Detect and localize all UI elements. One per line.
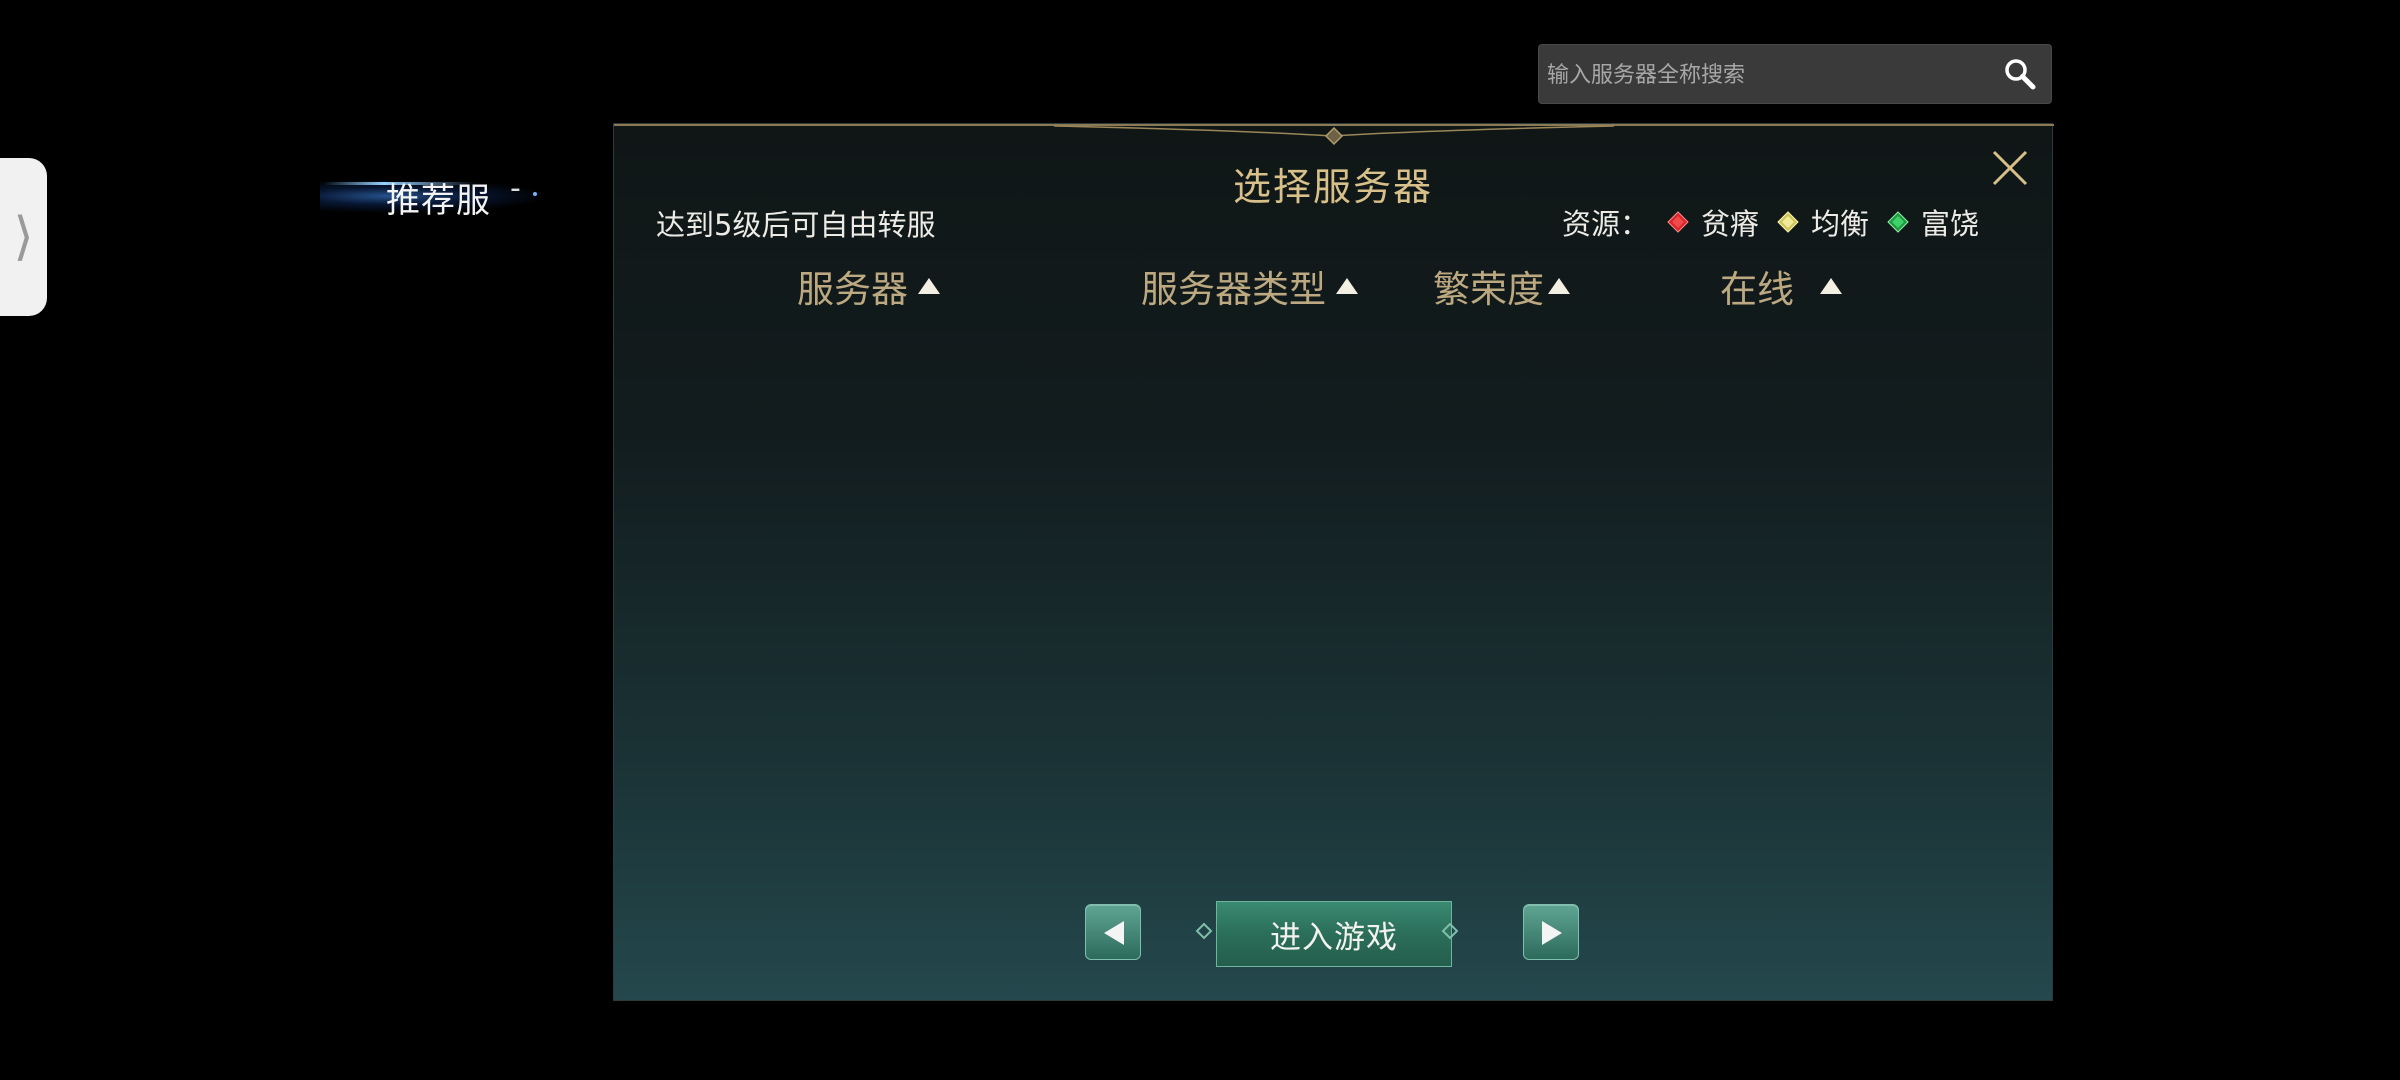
tab-dash: - [510,171,521,206]
column-header-server[interactable]: 服务器 [797,259,942,313]
enter-game-button[interactable]: 进入游戏 [1216,901,1452,967]
legend-item-rich: 富饶 [1887,201,1979,243]
next-page-button[interactable] [1523,904,1579,960]
tab-dot [533,192,537,196]
resource-legend: 资源： 贫瘠 均衡 富饶 [1562,202,1979,242]
legend-label-balanced: 均衡 [1811,207,1870,241]
prev-page-button[interactable] [1085,904,1141,960]
column-label-server-type: 服务器类型 [1141,268,1326,311]
green-gem-icon [1887,211,1909,233]
triangle-left-icon [1104,921,1124,945]
sort-ascending-icon [1336,278,1358,294]
tab-recommended-servers[interactable]: 推荐服 - [320,165,550,225]
column-label-prosperity: 繁荣度 [1433,268,1544,311]
sort-ascending-icon [1548,278,1570,294]
search-box [1538,44,2052,105]
legend-item-poor: 贫瘠 [1667,201,1759,243]
panel-top-ornament [614,124,2054,146]
legend-item-balanced: 均衡 [1777,201,1869,243]
column-header-prosperity[interactable]: 繁荣度 [1433,259,1572,313]
sort-ascending-icon [918,278,940,294]
search-input[interactable] [1545,45,1989,105]
yellow-gem-icon [1777,211,1799,233]
column-header-server-type[interactable]: 服务器类型 [1141,259,1360,313]
legend-label-rich: 富饶 [1921,207,1980,241]
server-select-panel: 选择服务器 达到5级后可自由转服 资源： 贫瘠 均衡 富饶 服务器 服务器类型 … [613,123,2054,1001]
close-icon[interactable] [1986,144,2034,192]
diamond-ornament-icon [1195,922,1213,940]
legend-label-poor: 贫瘠 [1701,207,1760,241]
column-label-server: 服务器 [797,268,908,311]
diamond-ornament-icon [1441,922,1459,940]
transfer-note: 达到5级后可自由转服 [656,208,936,242]
column-label-online: 在线 [1720,268,1794,311]
red-gem-icon [1667,211,1689,233]
sort-ascending-icon [1820,278,1842,294]
tab-recommended-label: 推荐服 [386,181,491,221]
column-header-online[interactable]: 在线 [1720,259,1844,313]
triangle-right-icon [1542,921,1562,945]
enter-game-label: 进入游戏 [1270,919,1398,956]
legend-title: 资源： [1562,207,1650,241]
chevron-right-icon: ⟩ [13,207,34,267]
search-icon[interactable] [2003,57,2037,91]
drawer-handle[interactable]: ⟩ [0,158,47,316]
